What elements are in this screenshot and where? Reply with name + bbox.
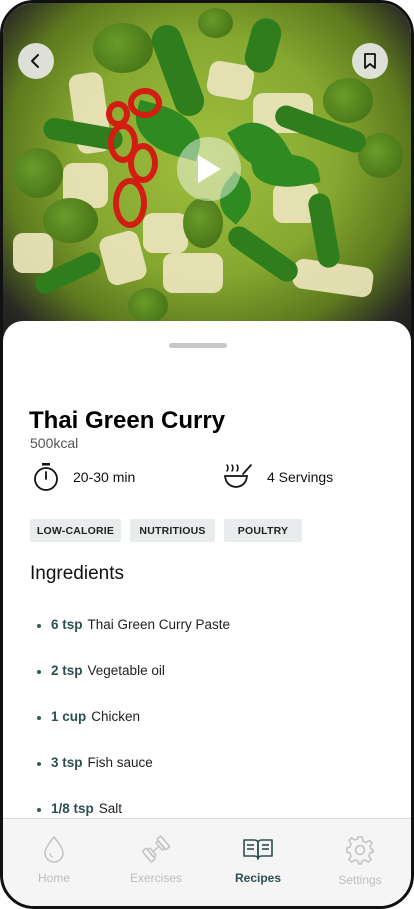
drag-handle[interactable] <box>169 343 227 348</box>
nav-item-exercises[interactable]: Exercises <box>105 819 207 906</box>
nav-label-exercises: Exercises <box>129 871 182 885</box>
recipe-title: Thai Green Curry <box>29 407 226 434</box>
book-icon <box>243 839 273 860</box>
ingredient-item: 6 tsp Thai Green Curry Paste <box>37 617 230 663</box>
serving-bowl-icon <box>224 464 252 488</box>
ingredient-quantity: 6 tsp <box>51 617 83 632</box>
ingredient-item: 1 cup Chicken <box>37 709 230 755</box>
ingredient-quantity: 2 tsp <box>51 663 83 678</box>
nav-item-home[interactable]: Home <box>3 819 105 906</box>
dumbbell-icon <box>141 835 171 863</box>
phone-frame: Thai Green Curry 500kcal 20-30 min 4 Ser… <box>0 0 414 909</box>
gear-icon <box>346 836 374 865</box>
bookmark-button[interactable] <box>352 43 388 79</box>
play-icon <box>198 155 221 183</box>
back-button[interactable] <box>18 43 54 79</box>
bullet <box>37 670 41 674</box>
drop-icon <box>44 835 64 863</box>
nav-label-recipes: Recipes <box>234 871 282 885</box>
nav-item-settings[interactable]: Settings <box>309 819 411 906</box>
servings-text: 4 Servings <box>267 469 334 485</box>
cook-time: 20-30 min <box>33 461 135 493</box>
play-video-button[interactable] <box>177 137 241 201</box>
tag-nutritious[interactable]: NUTRITIOUS <box>130 519 215 542</box>
ingredients-heading: Ingredients <box>30 563 125 584</box>
bullet <box>37 716 41 720</box>
ingredient-quantity: 1 cup <box>51 709 87 724</box>
recipe-tags: LOW-CALORIE NUTRITIOUS POULTRY <box>30 519 302 542</box>
recipe-calories: 500kcal <box>30 435 79 451</box>
bullet <box>37 624 41 628</box>
ingredient-item: 3 tsp Fish sauce <box>37 755 230 801</box>
nav-label-home: Home <box>37 871 70 885</box>
cook-time-text: 20-30 min <box>73 469 136 485</box>
tag-low-calorie[interactable]: LOW-CALORIE <box>30 519 121 542</box>
bottom-navigation: Home Exercises Recipes Settings <box>3 818 411 906</box>
ingredient-name: Thai Green Curry Paste <box>87 617 231 632</box>
ingredient-item: 2 tsp Vegetable oil <box>37 663 230 709</box>
ingredients-list: 6 tsp Thai Green Curry Paste 2 tsp Veget… <box>37 617 230 847</box>
ingredient-quantity: 3 tsp <box>51 755 83 770</box>
timer-icon <box>34 463 58 491</box>
chevron-left-icon <box>31 54 39 68</box>
servings: 4 Servings <box>223 461 333 493</box>
bookmark-icon <box>364 53 376 69</box>
ingredient-name: Chicken <box>91 709 141 724</box>
ingredient-name: Fish sauce <box>87 755 153 770</box>
ingredient-name: Salt <box>98 801 123 816</box>
tag-poultry[interactable]: POULTRY <box>224 519 302 542</box>
nav-item-recipes[interactable]: Recipes <box>207 819 309 906</box>
ingredient-name: Vegetable oil <box>87 663 165 678</box>
bullet <box>37 762 41 766</box>
nav-label-settings: Settings <box>338 873 382 887</box>
bullet <box>37 808 41 812</box>
recipe-details-sheet: Thai Green Curry 500kcal 20-30 min 4 Ser… <box>3 321 411 841</box>
ingredient-quantity: 1/8 tsp <box>51 801 94 816</box>
